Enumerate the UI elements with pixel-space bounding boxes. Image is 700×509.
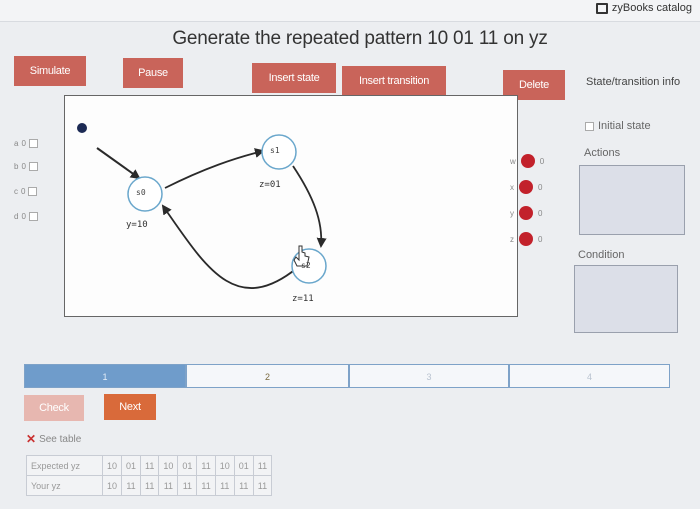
top-bar: zyBooks catalog xyxy=(0,0,700,22)
pause-button[interactable]: Pause xyxy=(123,58,183,88)
output-row-x: x 0 xyxy=(510,176,544,198)
progress-segment[interactable]: 2 xyxy=(186,364,349,388)
table-cell: 10 xyxy=(214,455,235,476)
page-title: Generate the repeated pattern 10 01 11 o… xyxy=(172,28,548,49)
table-cell: 11 xyxy=(121,475,142,496)
progress-segment[interactable]: 1 xyxy=(24,364,186,388)
initial-state-option[interactable]: Initial state xyxy=(585,120,651,132)
output-indicator xyxy=(519,180,533,194)
book-icon xyxy=(595,2,608,14)
table-cell: 11 xyxy=(140,455,160,476)
input-name: d xyxy=(14,211,19,221)
table-row-yours: Your yz 10 11 11 11 11 11 11 11 11 xyxy=(26,475,273,496)
input-row-d: d 0 xyxy=(14,206,38,226)
state-label: s0 xyxy=(136,188,146,197)
simulate-button[interactable]: Simulate xyxy=(14,56,86,86)
state-label: s1 xyxy=(270,146,280,155)
table-cell: 11 xyxy=(214,475,235,496)
input-name: a xyxy=(14,138,19,148)
output-value: 0 xyxy=(538,208,543,218)
table-cell: 11 xyxy=(252,475,273,496)
output-value: 0 xyxy=(539,156,545,166)
state-action: z=01 xyxy=(259,180,281,190)
output-row-w: w 0 xyxy=(510,150,544,172)
state-action: y=10 xyxy=(126,220,148,230)
output-list: w 0 x 0 y 0 z 0 xyxy=(510,150,544,250)
state-diagram xyxy=(77,123,327,289)
output-indicator xyxy=(519,232,533,246)
condition-label: Condition xyxy=(578,249,625,261)
see-table-label: See table xyxy=(39,433,82,445)
table-cell: 11 xyxy=(233,475,254,496)
table-cell: 10 xyxy=(158,455,179,476)
progress-segment[interactable]: 4 xyxy=(509,364,670,388)
output-name: w xyxy=(510,156,516,166)
input-row-b: b 0 xyxy=(14,156,38,176)
transition-s0-s1[interactable] xyxy=(164,148,265,189)
output-row-z: z 0 xyxy=(510,228,544,250)
table-cell: 01 xyxy=(177,455,198,476)
table-cell: 11 xyxy=(252,455,273,476)
output-indicator xyxy=(520,154,535,168)
transition-s1-s2[interactable] xyxy=(292,165,327,248)
table-cell: 10 xyxy=(101,455,123,476)
close-x-icon: ✕ xyxy=(26,432,37,446)
results-table: Expected yz 10 01 11 10 01 11 10 01 11 Y… xyxy=(26,455,273,496)
catalog-link[interactable]: zyBooks catalog xyxy=(595,2,692,14)
input-value: 0 xyxy=(21,138,26,148)
condition-textarea[interactable] xyxy=(574,265,678,333)
state-label: s2 xyxy=(301,261,311,270)
output-value: 0 xyxy=(538,182,543,192)
initial-transition-arrow[interactable] xyxy=(96,147,141,180)
output-name: z xyxy=(510,234,514,244)
catalog-label: zyBooks catalog xyxy=(611,2,692,14)
input-value: 0 xyxy=(21,211,26,221)
input-toggle-d[interactable] xyxy=(28,211,38,221)
output-value: 0 xyxy=(538,234,543,244)
input-toggle-a[interactable] xyxy=(28,138,38,148)
state-action: z=11 xyxy=(292,294,314,304)
table-cell: 01 xyxy=(121,455,142,476)
initial-state-dot xyxy=(77,123,87,133)
output-name: y xyxy=(510,208,514,218)
input-toggle-b[interactable] xyxy=(28,161,38,171)
input-name: b xyxy=(14,161,19,171)
input-toggle-c[interactable] xyxy=(28,186,38,196)
see-table-toggle[interactable]: ✕ See table xyxy=(26,432,81,446)
state-diagram-canvas[interactable]: s0 s1 s2 y=10 z=01 z=11 xyxy=(64,95,518,317)
next-button[interactable]: Next xyxy=(104,394,156,420)
table-cell: 11 xyxy=(140,475,160,496)
transition-s2-s0[interactable] xyxy=(161,204,298,289)
check-button[interactable]: Check xyxy=(24,395,84,421)
table-cell: 01 xyxy=(233,455,254,476)
input-row-c: c 0 xyxy=(14,181,38,201)
initial-state-label: Initial state xyxy=(598,120,651,132)
actions-label: Actions xyxy=(584,147,621,159)
actions-textarea[interactable] xyxy=(579,165,685,235)
input-name: c xyxy=(14,186,18,196)
input-row-a: a 0 xyxy=(14,133,38,153)
state-transition-info-title: State/transition info xyxy=(586,76,681,88)
insert-state-button[interactable]: Insert state xyxy=(252,63,336,93)
output-indicator xyxy=(519,206,533,220)
input-list: a 0 b 0 c 0 d 0 xyxy=(14,133,38,226)
row-header: Your yz xyxy=(26,475,103,496)
output-name: x xyxy=(510,182,514,192)
table-cell: 11 xyxy=(158,475,179,496)
level-progress: 1 2 3 4 xyxy=(24,364,670,388)
table-row-expected: Expected yz 10 01 11 10 01 11 10 01 11 xyxy=(26,455,273,476)
output-row-y: y 0 xyxy=(510,202,544,224)
table-cell: 10 xyxy=(101,475,123,496)
table-cell: 11 xyxy=(177,475,198,496)
table-cell: 11 xyxy=(196,455,216,476)
input-value: 0 xyxy=(21,161,26,171)
insert-transition-button[interactable]: Insert transition xyxy=(342,66,446,96)
progress-segment[interactable]: 3 xyxy=(349,364,509,388)
initial-state-checkbox[interactable] xyxy=(585,121,594,131)
table-cell: 11 xyxy=(196,475,216,496)
input-value: 0 xyxy=(21,186,26,196)
row-header: Expected yz xyxy=(26,455,103,476)
